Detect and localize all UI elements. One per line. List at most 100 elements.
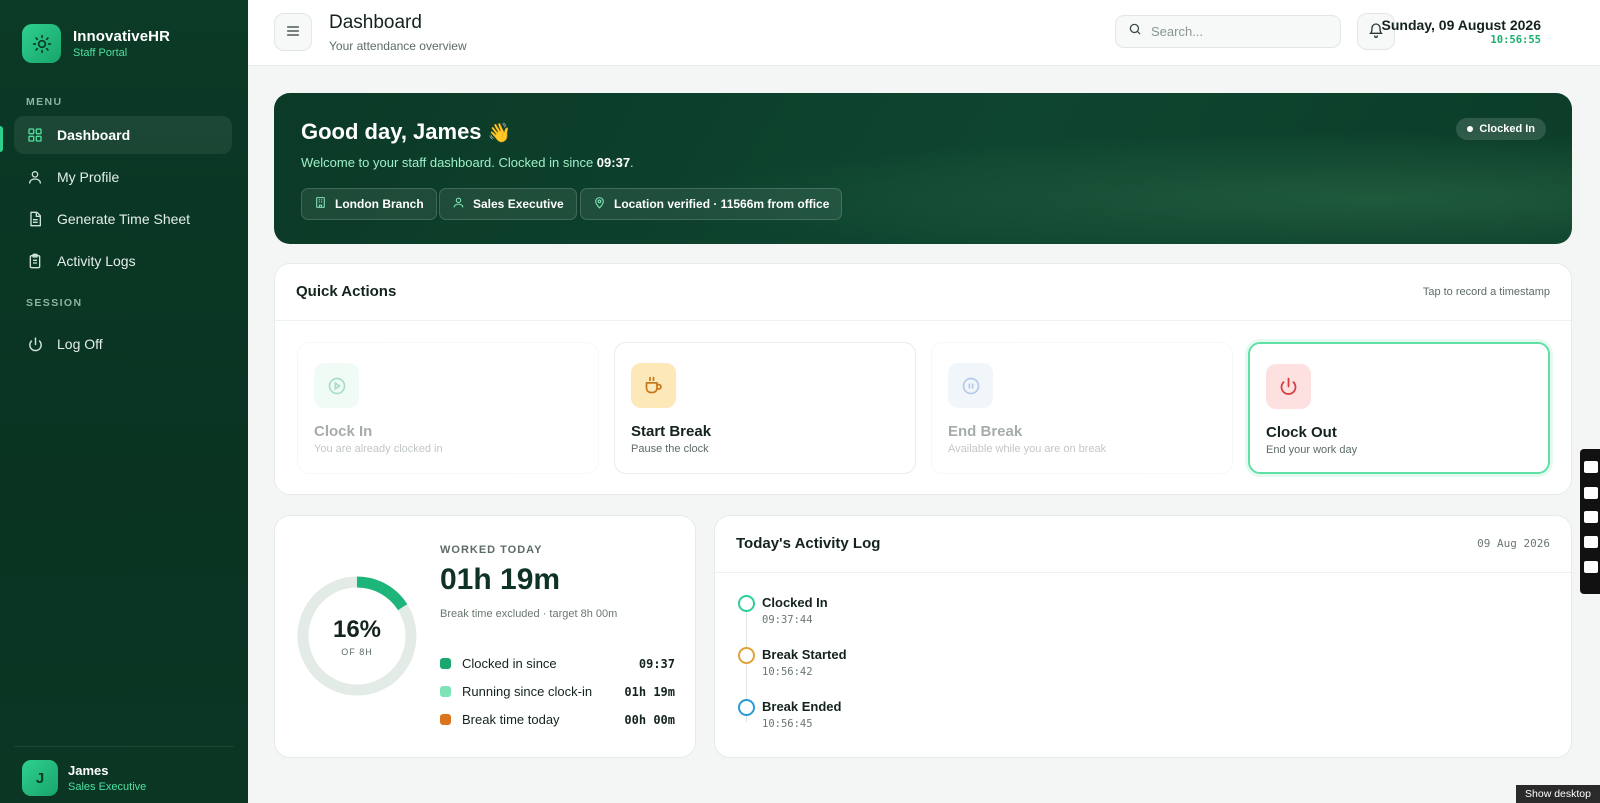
stat-value: 01h 19m [624,684,675,699]
screen-icon[interactable] [1584,536,1598,548]
brand-name: InnovativeHR [73,28,171,45]
sidebar-divider [14,746,234,747]
entry-title: Break Ended [762,699,842,714]
worked-today-card: 16% OF 8H WORKED TODAY 01h 19m Break tim… [274,515,696,758]
entry-time: 10:56:45 [762,718,813,730]
menu-toggle-button[interactable] [274,13,312,51]
legend-dot [440,658,451,669]
user-name: James [68,763,109,778]
stat-value: 00h 00m [624,712,675,727]
status-label: Clocked In [1479,123,1535,135]
search-icon [1128,22,1142,41]
stat-row: Break time today 00h 00m [440,712,675,727]
end-break-button[interactable]: End Break Available while you are on bre… [931,342,1233,474]
sidebar-item-label: Activity Logs [57,253,136,269]
search-box[interactable] [1115,15,1341,48]
stat-label: Clocked in since [462,656,557,671]
timeline-dot-icon [738,595,755,612]
sidebar-item-label: Dashboard [57,127,131,143]
stat-label: Running since clock-in [462,684,593,699]
screen-recorder-toolbar [1580,449,1600,594]
brand-subtitle: Staff Portal [73,47,128,59]
action-title: Start Break [631,423,712,440]
location-pin-icon [593,196,606,212]
stat-row: Running since clock-in 01h 19m [440,684,675,699]
worked-note: Break time excluded · target 8h 00m [440,608,618,620]
progress-target: OF 8H [341,647,373,657]
entry-title: Break Started [762,647,847,662]
stat-row: Clocked in since 09:37 [440,656,675,671]
quick-actions-title: Quick Actions [296,283,397,300]
sidebar-item-activity-logs[interactable]: Activity Logs [14,242,232,280]
wave-emoji-icon: 👋 [487,123,512,144]
sidebar-item-label: Log Off [57,336,103,352]
microphone-icon[interactable] [1584,511,1598,523]
user-icon [26,168,44,186]
entry-title: Clocked In [762,595,828,610]
current-time: 10:56:55 [1490,34,1541,46]
start-break-button[interactable]: Start Break Pause the clock [614,342,916,474]
branch-label: London Branch [335,197,424,211]
sidebar-item-generate-time-sheet[interactable]: Generate Time Sheet [14,200,232,238]
action-title: Clock Out [1266,424,1337,441]
document-icon [26,210,44,228]
user-profile[interactable]: J James Sales Executive [22,760,146,796]
active-indicator [0,126,3,152]
current-date: Sunday, 09 August 2026 [1381,17,1542,33]
activity-log-title: Today's Activity Log [736,535,881,552]
search-input[interactable] [1151,24,1321,39]
camera-icon[interactable] [1584,461,1598,473]
hamburger-icon [285,23,301,42]
menu-section-label: MENU [26,96,63,108]
activity-log-card: Today's Activity Log 09 Aug 2026 Clocked… [714,515,1572,758]
greeting: Good day, James 👋 [301,119,511,145]
role-chip: Sales Executive [439,188,577,220]
worked-label: WORKED TODAY [440,544,543,556]
sidebar-item-my-profile[interactable]: My Profile [14,158,232,196]
clocked-in-time: 09:37 [596,155,631,170]
welcome-suffix: . [630,155,634,170]
legend-dot [440,714,451,725]
legend-dot [440,686,451,697]
worked-value: 01h 19m [440,563,561,596]
stat-label: Break time today [462,712,560,727]
timeline-dot-icon [738,699,755,716]
pause-icon [948,363,993,408]
clock-in-button[interactable]: Clock In You are already clocked in [297,342,599,474]
building-icon [314,196,327,212]
action-title: Clock In [314,423,373,440]
topbar: Dashboard Your attendance overview Sunda… [248,0,1600,66]
sun-logo-icon [22,24,61,63]
brand[interactable]: InnovativeHR Staff Portal [22,24,170,63]
quick-actions-hint: Tap to record a timestamp [1422,286,1550,298]
branch-chip: London Branch [301,188,437,220]
location-label: Location verified · 11566m from office [614,197,830,211]
page-subtitle: Your attendance overview [329,39,467,53]
show-desktop-button[interactable]: Show desktop [1516,785,1600,803]
entry-time: 09:37:44 [762,614,813,626]
settings-icon[interactable] [1584,561,1598,573]
divider [275,320,1571,321]
sidebar-item-label: My Profile [57,169,120,185]
sidebar-item-dashboard[interactable]: Dashboard [14,116,232,154]
action-subtitle: You are already clocked in [314,443,443,455]
sidebar: InnovativeHR Staff Portal MENU Dashboard… [0,0,248,803]
action-title: End Break [948,423,1023,440]
session-section-label: SESSION [26,297,83,309]
welcome-prefix: Welcome to your staff dashboard. Clocked… [301,155,597,170]
timeline-dot-icon [738,647,755,664]
role-label: Sales Executive [473,197,564,211]
avatar: J [22,760,58,796]
power-icon [26,335,44,353]
clock-out-button[interactable]: Clock Out End your work day [1248,342,1550,474]
power-icon [1266,364,1311,409]
welcome-message: Welcome to your staff dashboard. Clocked… [301,155,634,170]
video-icon[interactable] [1584,487,1598,499]
grid-icon [26,126,44,144]
user-role: Sales Executive [68,781,147,793]
status-badge: Clocked In [1456,118,1546,140]
action-subtitle: Available while you are on break [948,443,1107,455]
sidebar-item-log-off[interactable]: Log Off [14,325,232,363]
greeting-text: Good day, James [301,119,482,144]
location-chip: Location verified · 11566m from office [580,188,843,220]
